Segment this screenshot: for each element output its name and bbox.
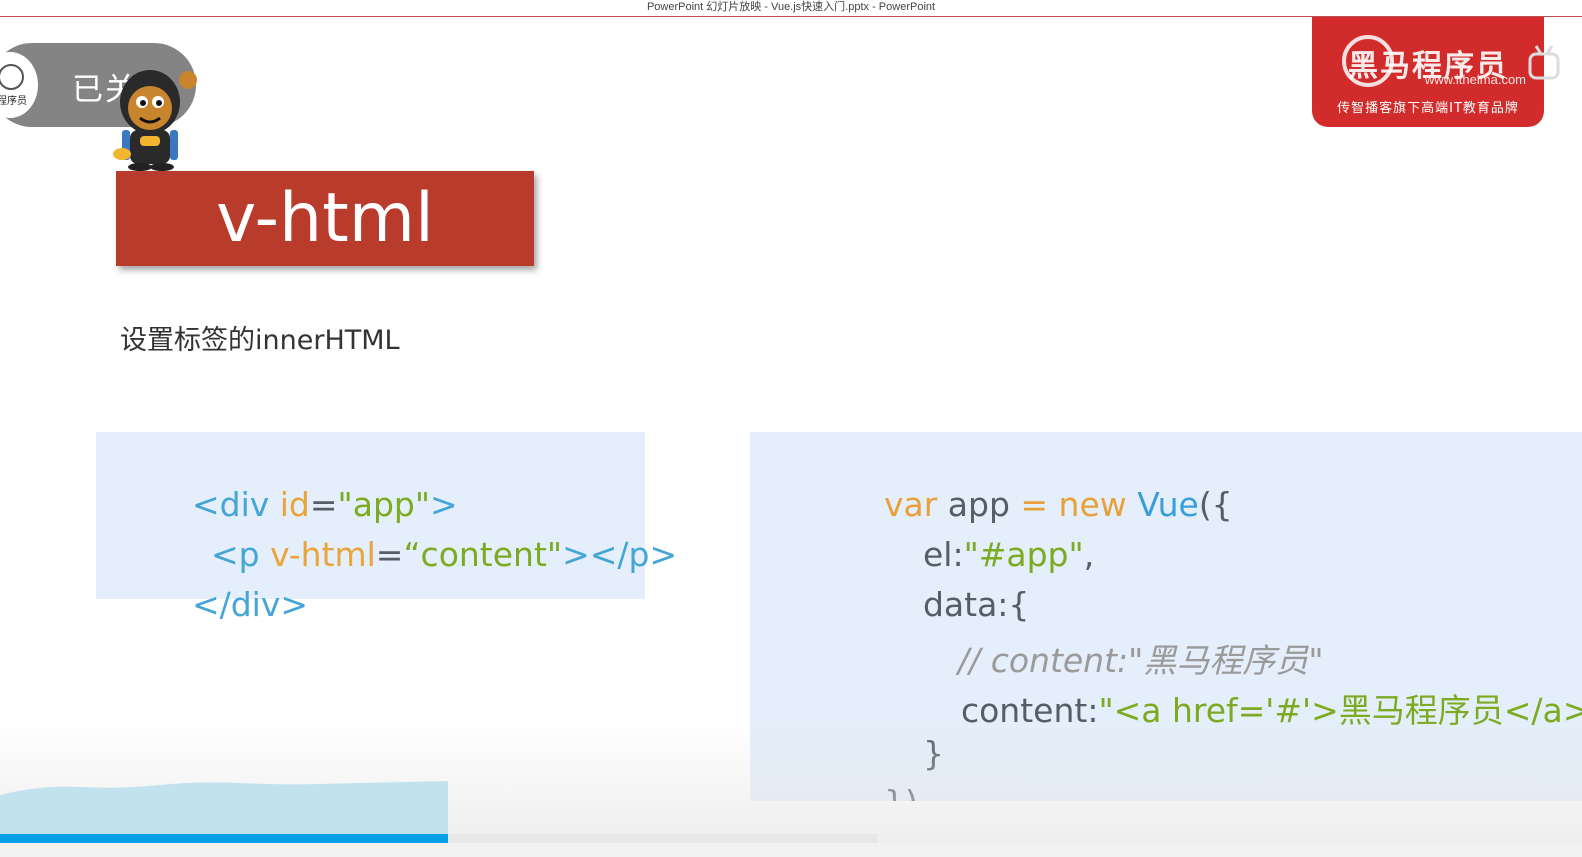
brand-badge: 黑马程序员 www.itheima.com 传智播客旗下高端IT教育品牌 <box>1312 17 1544 127</box>
window-title: PowerPoint 幻灯片放映 - Vue.js快速入门.pptx - Pow… <box>646 1 936 13</box>
video-progress-bar[interactable] <box>0 834 878 843</box>
channel-logo-icon <box>0 64 24 90</box>
brand-url: www.itheima.com <box>1424 72 1526 87</box>
html-code-block: <div id="app"> <p v-html=“content"></p> … <box>96 432 677 624</box>
slide-title: v-html <box>216 179 434 258</box>
brand-tagline: 传智播客旗下高端IT教育品牌 <box>1337 101 1519 116</box>
code-line: }) <box>842 744 918 801</box>
code-token: , <box>1083 535 1095 574</box>
progress-thumbnail-waveform <box>0 781 448 835</box>
code-token: </div> <box>191 585 309 624</box>
js-code-block: var app = new Vue({ el:"#app", data:{ //… <box>750 432 1582 801</box>
code-token: = <box>375 535 404 574</box>
code-token: ({ <box>1198 485 1233 524</box>
channel-logo-text: 程序员 <box>0 96 27 107</box>
slide-subtitle: 设置标签的innerHTML <box>120 325 400 356</box>
slide-title-box: v-html <box>116 171 534 266</box>
code-token: "<a href='#'>黑马程序员</a>" <box>1098 691 1582 730</box>
code-token: “content" <box>403 535 563 574</box>
code-line: content:"<a href='#'>黑马程序员</a>" <box>919 645 1582 771</box>
mascot-icon <box>113 70 197 171</box>
video-progress-fill <box>0 834 448 843</box>
code-token: }) <box>884 783 918 801</box>
code-token: } <box>922 734 944 773</box>
code-token: content: <box>960 691 1099 730</box>
window-title-bar: PowerPoint 幻灯片放映 - Vue.js快速入门.pptx - Pow… <box>0 0 1582 17</box>
bilibili-watermark-icon <box>1528 45 1560 80</box>
code-token: Vue <box>1137 485 1199 524</box>
player-bottom-strip <box>0 843 1582 857</box>
code-token: ></p> <box>562 535 678 574</box>
code-line: </div> <box>150 546 308 663</box>
